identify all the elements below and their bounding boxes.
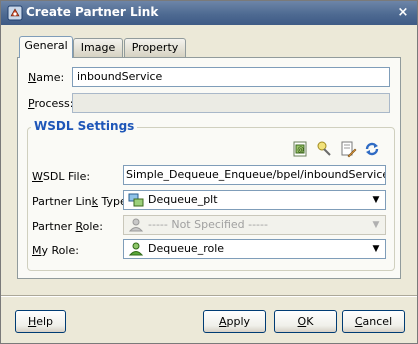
refresh-icon[interactable]: [363, 140, 381, 158]
my-role-label: My Role:: [32, 244, 79, 257]
dialog-title: Create Partner Link: [26, 5, 159, 19]
service-explorer-icon[interactable]: @: [291, 140, 309, 158]
tab-image[interactable]: Image: [73, 38, 123, 57]
title-bar[interactable]: Create Partner Link ×: [1, 1, 417, 25]
name-field[interactable]: inboundService: [72, 67, 390, 87]
my-role-select[interactable]: Dequeue_role ▼: [123, 239, 386, 259]
partner-link-type-select[interactable]: Dequeue_plt ▼: [123, 190, 386, 210]
cancel-button[interactable]: Cancel: [342, 310, 405, 333]
partner-role-select: ----- Not Specified ----- ▼: [123, 215, 386, 235]
tab-general[interactable]: General: [19, 36, 73, 58]
svg-text:@: @: [297, 146, 304, 154]
tab-property[interactable]: Property: [124, 38, 186, 57]
role-icon: [128, 242, 144, 256]
oracle-jdev-icon: [7, 5, 23, 21]
wsdl-settings-title: WSDL Settings: [31, 119, 138, 134]
create-partner-link-dialog: Create Partner Link × General Image Prop…: [0, 0, 418, 344]
wsdl-file-label: WSDL File:: [32, 170, 91, 183]
edit-wsdl-icon[interactable]: [339, 140, 357, 158]
process-label: Process:: [28, 97, 74, 110]
name-label: Name:: [28, 71, 65, 84]
chevron-down-icon: ▼: [372, 220, 380, 230]
wsdl-file-field[interactable]: Simple_Dequeue_Enqueue/bpel/inboundServi…: [123, 165, 386, 185]
apply-button[interactable]: Apply: [203, 310, 266, 333]
partner-role-label: Partner Role:: [32, 220, 103, 233]
ok-button[interactable]: OK: [274, 310, 337, 333]
partner-link-type-icon: [128, 193, 144, 207]
chevron-down-icon[interactable]: ▼: [369, 241, 383, 257]
help-button[interactable]: Help: [15, 310, 66, 333]
role-icon: [128, 218, 144, 232]
partner-link-type-label: Partner Link Type:: [32, 195, 131, 208]
process-field: [72, 93, 390, 113]
button-separator: [1, 295, 417, 297]
chevron-down-icon[interactable]: ▼: [369, 192, 383, 208]
wizard-icon[interactable]: [315, 140, 333, 158]
close-icon[interactable]: ×: [395, 5, 411, 21]
